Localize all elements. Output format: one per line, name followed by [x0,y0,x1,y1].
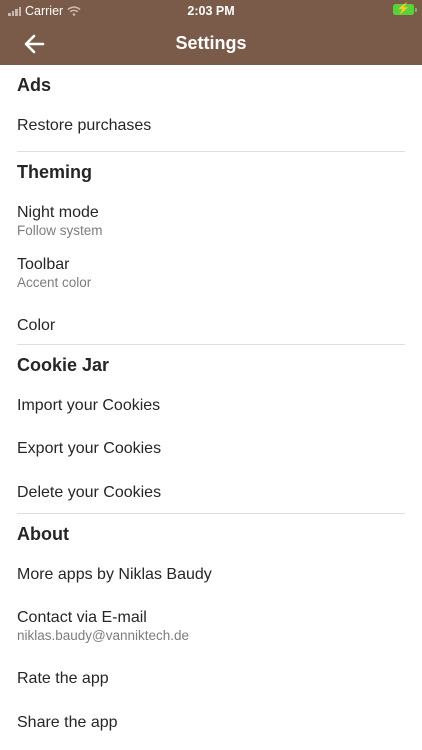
delete-cookies-item[interactable]: Delete your Cookies [0,475,422,513]
import-cookies-label: Import your Cookies [17,397,161,414]
color-item[interactable]: Color [0,308,422,344]
rate-app-item[interactable]: Rate the app [0,661,422,705]
toolbar-label: Toolbar [17,256,70,273]
export-cookies-item[interactable]: Export your Cookies [0,431,422,475]
section-about-title: About [17,524,69,544]
share-app-item[interactable]: Share the app [0,705,422,749]
status-bar: Carrier 2:03 PM ⚡ [0,0,422,22]
night-mode-value: Follow system [17,223,103,238]
restore-purchases-label: Restore purchases [17,117,152,134]
page-title: Settings [175,33,247,53]
section-ads-title: Ads [17,75,52,95]
toolbar-item[interactable]: Toolbar Accent color [0,247,422,308]
rate-app-label: Rate the app [17,670,109,687]
share-app-label: Share the app [17,714,118,731]
contact-email-label: Contact via E-mail [17,609,147,626]
color-label: Color [17,317,56,334]
contact-email-address: niklas.baudy@vanniktech.de [17,628,190,643]
battery-icon: ⚡ [393,3,417,15]
section-cookie-jar-title: Cookie Jar [17,355,110,375]
section-theming-title: Theming [17,162,92,182]
status-time: 2:03 PM [187,4,235,18]
navigation-bar: Settings [0,22,422,65]
delete-cookies-label: Delete your Cookies [17,484,162,501]
toolbar-value: Accent color [17,275,92,290]
night-mode-label: Night mode [17,204,99,221]
export-cookies-label: Export your Cookies [17,440,162,457]
import-cookies-item[interactable]: Import your Cookies [0,377,422,431]
more-apps-label: More apps by Niklas Baudy [17,566,212,583]
night-mode-item[interactable]: Night mode Follow system [0,184,422,247]
contact-email-item[interactable]: Contact via E-mail niklas.baudy@vannikte… [0,600,422,661]
app-header: Carrier 2:03 PM ⚡ Settings [0,0,422,65]
settings-list: Ads Restore purchases Theming Night mode… [0,65,422,749]
more-apps-item[interactable]: More apps by Niklas Baudy [0,546,422,600]
restore-purchases-item[interactable]: Restore purchases [0,97,422,151]
